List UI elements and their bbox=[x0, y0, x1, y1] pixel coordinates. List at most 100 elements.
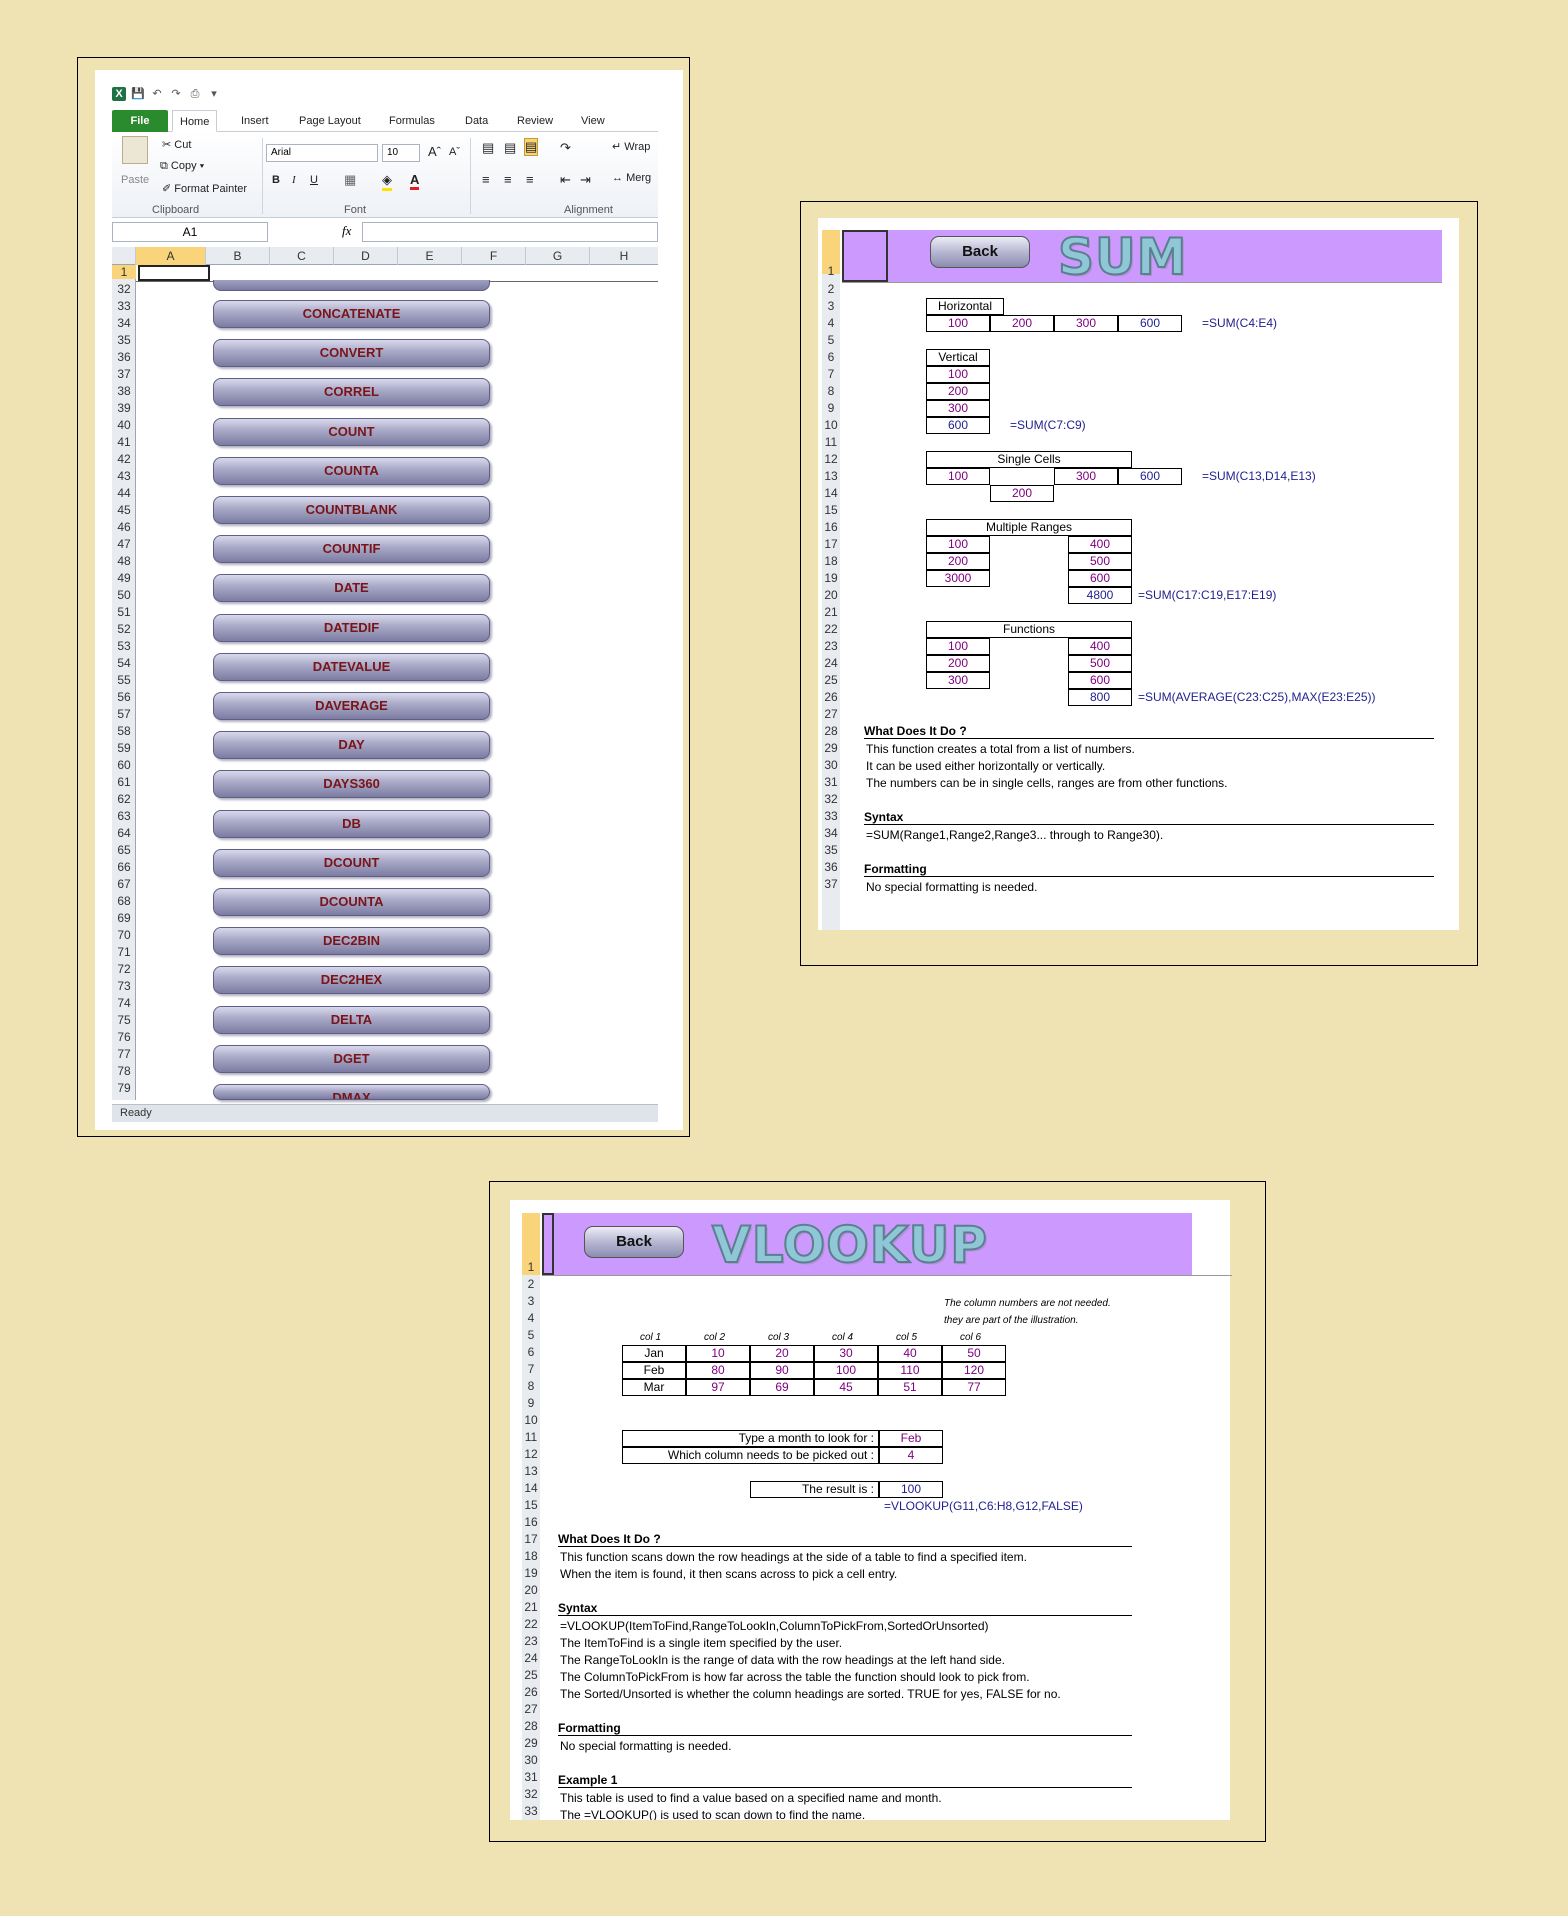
row-header[interactable]: 35 bbox=[820, 843, 842, 857]
row-header[interactable]: 13 bbox=[820, 469, 842, 483]
row-header[interactable]: 77 bbox=[112, 1047, 136, 1061]
row-header[interactable]: 30 bbox=[820, 758, 842, 772]
function-button[interactable]: DATEVALUE bbox=[213, 652, 490, 681]
row-header[interactable]: 6 bbox=[520, 1345, 542, 1359]
tab-data[interactable]: Data bbox=[458, 110, 495, 132]
column-header[interactable]: C bbox=[270, 247, 334, 265]
save-icon[interactable]: 💾 bbox=[131, 87, 145, 101]
row-header[interactable]: 14 bbox=[820, 486, 842, 500]
row-header[interactable]: 38 bbox=[112, 384, 136, 398]
align-right-icon[interactable]: ≡ bbox=[526, 172, 534, 187]
row-header[interactable]: 40 bbox=[112, 418, 136, 432]
row-header[interactable]: 4 bbox=[820, 316, 842, 330]
bold-button[interactable]: B bbox=[272, 174, 280, 186]
row-header[interactable]: 54 bbox=[112, 656, 136, 670]
row-header[interactable]: 5 bbox=[520, 1328, 542, 1342]
row-header[interactable]: 20 bbox=[820, 588, 842, 602]
row-header[interactable]: 11 bbox=[520, 1430, 542, 1444]
row-header[interactable]: 1 bbox=[112, 265, 136, 279]
align-left-icon[interactable]: ≡ bbox=[482, 172, 490, 187]
row-header[interactable]: 57 bbox=[112, 707, 136, 721]
row-header[interactable]: 13 bbox=[520, 1464, 542, 1478]
column-header[interactable]: B bbox=[206, 247, 270, 265]
tab-page-layout[interactable]: Page Layout bbox=[292, 110, 368, 132]
row-header[interactable]: 2 bbox=[520, 1277, 542, 1291]
tab-file[interactable]: File bbox=[112, 110, 168, 132]
orientation-icon[interactable]: ↷ bbox=[560, 140, 571, 156]
fill-color-icon[interactable]: ◈ bbox=[382, 172, 392, 191]
row-header[interactable]: 23 bbox=[820, 639, 842, 653]
month-input-cell[interactable]: Feb bbox=[879, 1430, 943, 1447]
row-header[interactable]: 76 bbox=[112, 1030, 136, 1044]
row-header[interactable]: 49 bbox=[112, 571, 136, 585]
row-header[interactable]: 6 bbox=[820, 350, 842, 364]
column-header[interactable]: D bbox=[334, 247, 398, 265]
function-button[interactable]: DAYS360 bbox=[213, 770, 490, 799]
row-header[interactable]: 22 bbox=[520, 1617, 542, 1631]
partial-function-button[interactable] bbox=[213, 280, 490, 291]
row-header[interactable]: 66 bbox=[112, 860, 136, 874]
tab-view[interactable]: View bbox=[574, 110, 612, 132]
borders-icon[interactable]: ▦ bbox=[344, 172, 356, 188]
column-header[interactable]: E bbox=[398, 247, 462, 265]
function-button[interactable]: CONVERT bbox=[213, 339, 490, 368]
row-header[interactable]: 37 bbox=[112, 367, 136, 381]
row-header[interactable]: 47 bbox=[112, 537, 136, 551]
column-header[interactable]: H bbox=[590, 247, 658, 265]
undo-icon[interactable]: ↶ bbox=[150, 87, 164, 101]
row-header[interactable]: 11 bbox=[820, 435, 842, 449]
active-cell[interactable] bbox=[842, 230, 888, 282]
function-button[interactable]: DEC2HEX bbox=[213, 966, 490, 995]
row-header[interactable]: 63 bbox=[112, 809, 136, 823]
row-header[interactable]: 59 bbox=[112, 741, 136, 755]
row-header[interactable]: 62 bbox=[112, 792, 136, 806]
row-header[interactable]: 26 bbox=[520, 1685, 542, 1699]
row-header[interactable]: 15 bbox=[520, 1498, 542, 1512]
row-header[interactable]: 41 bbox=[112, 435, 136, 449]
row-header[interactable]: 51 bbox=[112, 605, 136, 619]
row-header[interactable]: 24 bbox=[820, 656, 842, 670]
tab-home[interactable]: Home bbox=[172, 110, 218, 132]
font-size-combo[interactable]: 10 bbox=[382, 144, 420, 162]
row-header[interactable]: 28 bbox=[820, 724, 842, 738]
row-header[interactable]: 70 bbox=[112, 928, 136, 942]
row-header[interactable]: 32 bbox=[820, 792, 842, 806]
row-header[interactable]: 34 bbox=[820, 826, 842, 840]
print-preview-icon[interactable]: ⎙ bbox=[188, 87, 202, 101]
column-input-cell[interactable]: 4 bbox=[879, 1447, 943, 1464]
active-cell[interactable] bbox=[138, 265, 210, 281]
row-header[interactable]: 9 bbox=[820, 401, 842, 415]
name-box[interactable]: A1 bbox=[112, 222, 268, 242]
row-header[interactable]: 29 bbox=[520, 1736, 542, 1750]
row-header[interactable]: 8 bbox=[520, 1379, 542, 1393]
function-button[interactable]: COUNTIF bbox=[213, 535, 490, 564]
row-header[interactable]: 5 bbox=[820, 333, 842, 347]
row-header[interactable]: 4 bbox=[520, 1311, 542, 1325]
row-header[interactable]: 18 bbox=[820, 554, 842, 568]
row-header[interactable]: 46 bbox=[112, 520, 136, 534]
format-painter-button[interactable]: ✐ Format Painter bbox=[162, 182, 247, 195]
row-header[interactable]: 44 bbox=[112, 486, 136, 500]
row-header[interactable]: 45 bbox=[112, 503, 136, 517]
wrap-text-button[interactable]: ↵ Wrap bbox=[612, 140, 650, 153]
row-header[interactable]: 27 bbox=[520, 1702, 542, 1716]
row-header[interactable]: 32 bbox=[520, 1787, 542, 1801]
row-header[interactable]: 25 bbox=[520, 1668, 542, 1682]
row-header[interactable]: 24 bbox=[520, 1651, 542, 1665]
back-button[interactable]: Back bbox=[930, 236, 1030, 268]
row-header[interactable]: 29 bbox=[820, 741, 842, 755]
paste-button[interactable]: Paste bbox=[121, 174, 149, 186]
row-header[interactable]: 53 bbox=[112, 639, 136, 653]
column-header[interactable]: G bbox=[526, 247, 590, 265]
row-header[interactable]: 75 bbox=[112, 1013, 136, 1027]
italic-button[interactable]: I bbox=[292, 174, 296, 186]
row-header[interactable]: 61 bbox=[112, 775, 136, 789]
row-header[interactable]: 25 bbox=[820, 673, 842, 687]
tab-insert[interactable]: Insert bbox=[234, 110, 276, 132]
row-header[interactable]: 18 bbox=[520, 1549, 542, 1563]
redo-icon[interactable]: ↷ bbox=[169, 87, 183, 101]
row-header[interactable]: 19 bbox=[820, 571, 842, 585]
function-button[interactable]: COUNT bbox=[213, 417, 490, 446]
row-header[interactable]: 56 bbox=[112, 690, 136, 704]
row-header[interactable]: 10 bbox=[820, 418, 842, 432]
